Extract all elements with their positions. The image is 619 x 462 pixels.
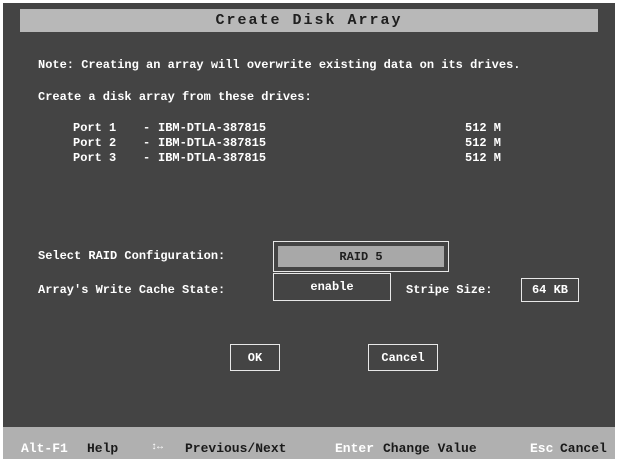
drive-size: 512 M <box>465 121 502 135</box>
change-value-desc: Change Value <box>383 441 477 456</box>
arrows-icon: ↕↔ <box>151 442 164 453</box>
drive-model: IBM-DTLA-387815 <box>158 136 267 150</box>
esc-key: Esc <box>530 441 554 456</box>
help-key: Alt-F1 <box>21 441 68 456</box>
raid-config-value: RAID 5 <box>278 246 444 267</box>
drive-port: Port 3 <box>73 151 117 165</box>
drive-separator: - <box>143 136 151 150</box>
drives-heading: Create a disk array from these drives: <box>38 90 312 104</box>
raid-config-selector[interactable]: RAID 5 <box>273 241 449 272</box>
drive-size: 512 M <box>465 136 502 150</box>
dialog-screen: Create Disk Array Note: Creating an arra… <box>3 3 615 459</box>
ok-button[interactable]: OK <box>230 344 280 371</box>
nav-desc: Previous/Next <box>185 441 287 456</box>
write-cache-label: Array's Write Cache State: <box>38 283 226 297</box>
stripe-size-field[interactable]: 64 KB <box>521 278 579 302</box>
drive-separator: - <box>143 121 151 135</box>
drive-model: IBM-DTLA-387815 <box>158 121 267 135</box>
drive-port: Port 1 <box>73 121 117 135</box>
drive-port: Port 2 <box>73 136 117 150</box>
stripe-size-label: Stripe Size: <box>406 283 493 297</box>
drive-size: 512 M <box>465 151 502 165</box>
help-desc: Help <box>87 441 119 456</box>
write-cache-field[interactable]: enable <box>273 273 391 301</box>
status-bar: Alt-F1 Help ↕↔ Previous/Next Enter Chang… <box>3 427 615 459</box>
raid-config-label: Select RAID Configuration: <box>38 249 226 263</box>
enter-key: Enter <box>335 441 375 456</box>
cancel-button[interactable]: Cancel <box>368 344 438 371</box>
drive-model: IBM-DTLA-387815 <box>158 151 267 165</box>
cancel-desc: Cancel <box>560 441 607 456</box>
warning-note: Note: Creating an array will overwrite e… <box>38 58 521 72</box>
drive-separator: - <box>143 151 151 165</box>
dialog-title: Create Disk Array <box>20 9 598 32</box>
